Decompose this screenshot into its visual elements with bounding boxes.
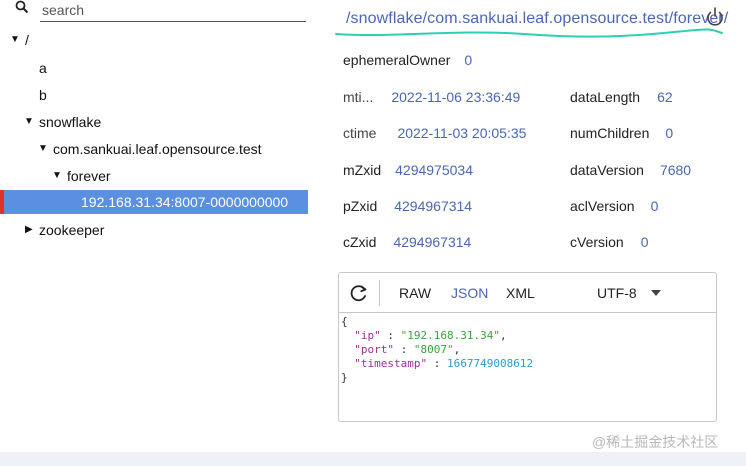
prop-value: 4294967314 (393, 234, 472, 250)
prop-value: 0 (665, 125, 674, 141)
viewer-toolbar: RAW JSON XML UTF-8 (339, 273, 716, 313)
tree-node-root[interactable]: ▼ / (0, 28, 308, 52)
prop-c-version: cVersion 0 (570, 234, 649, 250)
prop-value: 2022-11-03 20:05:35 (397, 125, 527, 141)
tree-node-zookeeper[interactable]: ▶ zookeeper (0, 218, 308, 242)
prop-value: 0 (640, 234, 649, 250)
expand-arrow-icon[interactable]: ▼ (24, 110, 34, 134)
prop-value: 0 (464, 52, 473, 68)
json-value-ip: "192.168.31.34" (400, 329, 500, 342)
tree-node-label: com.sankuai.leaf.opensource.test (53, 141, 262, 157)
tree-node-forever[interactable]: ▼ forever (0, 164, 308, 188)
prop-key: dataLength (570, 89, 641, 105)
expand-arrow-icon[interactable]: ▶ (25, 218, 33, 242)
selection-marker (0, 190, 4, 214)
tree-node-label: snowflake (39, 114, 102, 130)
tree-node-label: a (39, 60, 47, 76)
expand-arrow-icon[interactable]: ▼ (10, 28, 20, 52)
search-bar (12, 0, 306, 24)
prop-value: 2022-11-06 23:36:49 (391, 89, 521, 105)
json-content: { "ip" : "192.168.31.34", "port" : "8007… (341, 315, 534, 384)
search-input[interactable] (40, 0, 306, 22)
prop-key: cZxid (343, 234, 377, 250)
tree-node-label: b (39, 87, 47, 103)
prop-value: 62 (657, 89, 673, 105)
prop-key: mZxid (343, 162, 382, 178)
json-value-port: "8007" (413, 343, 454, 356)
tab-xml[interactable]: XML (506, 273, 535, 313)
tree-node-label: zookeeper (39, 222, 105, 238)
json-key-ip: "ip" (354, 329, 381, 342)
tree-node-selected[interactable]: 192.168.31.34:8007-0000000000 (0, 190, 308, 214)
prop-value: 4294967314 (394, 198, 473, 214)
tree-node-label: forever (67, 168, 111, 184)
data-viewer: RAW JSON XML UTF-8 { "ip" : "192.168.31.… (338, 272, 717, 422)
tree-panel: ▼ / a b ▼ snowflake ▼ com.sankuai.leaf.o… (0, 0, 310, 466)
encoding-select[interactable]: UTF-8 (597, 273, 637, 313)
prop-mzxid: mZxid 4294975034 (343, 162, 473, 178)
json-brace-close: } (341, 371, 348, 384)
prop-key: ephemeralOwner (343, 52, 451, 68)
json-key-port: "port" (354, 343, 394, 356)
prop-value: 0 (650, 198, 659, 214)
prop-key: pZxid (343, 198, 378, 214)
tree-node-snowflake[interactable]: ▼ snowflake (0, 110, 308, 134)
prop-czxid: cZxid 4294967314 (343, 234, 471, 250)
prop-num-children: numChildren 0 (570, 125, 673, 141)
prop-key: dataVersion (570, 162, 644, 178)
tree-node-com[interactable]: ▼ com.sankuai.leaf.opensource.test (0, 137, 308, 161)
prop-acl-version: aclVersion 0 (570, 198, 658, 214)
json-brace-open: { (341, 315, 348, 328)
json-value-timestamp: 1667749008612 (446, 357, 534, 370)
prop-key: cVersion (570, 234, 624, 250)
tree-node-label: 192.168.31.34:8007-0000000000 (81, 194, 289, 210)
tree-node-label: / (25, 32, 29, 48)
watermark: @稀土掘金技术社区 (592, 434, 719, 450)
prop-mtime: mti... 2022-11-06 23:36:49 (343, 89, 520, 105)
tree-node-a[interactable]: a (0, 56, 308, 80)
tab-raw[interactable]: RAW (399, 273, 431, 313)
chevron-down-icon[interactable] (651, 290, 661, 296)
expand-arrow-icon[interactable]: ▼ (52, 164, 62, 188)
toolbar-divider (379, 280, 380, 306)
bottom-bar (0, 452, 746, 466)
prop-key: mti... (343, 89, 374, 105)
prop-data-length: dataLength 62 (570, 89, 673, 105)
tab-json[interactable]: JSON (451, 273, 488, 313)
hand-drawn-underline (335, 28, 723, 38)
prop-value: 4294975034 (395, 162, 473, 178)
prop-key: numChildren (570, 125, 650, 141)
power-icon[interactable] (704, 6, 726, 28)
prop-pzxid: pZxid 4294967314 (343, 198, 472, 214)
refresh-icon[interactable] (349, 283, 369, 303)
prop-key: aclVersion (570, 198, 635, 214)
expand-arrow-icon[interactable]: ▼ (38, 137, 48, 161)
tree-node-b[interactable]: b (0, 83, 308, 107)
prop-key: ctime (343, 125, 377, 141)
json-key-timestamp: "timestamp" (354, 357, 428, 370)
search-icon (15, 0, 29, 14)
prop-ephemeral-owner: ephemeralOwner 0 (343, 52, 472, 68)
prop-value: 7680 (659, 162, 692, 178)
prop-data-version: dataVersion 7680 (570, 162, 691, 178)
prop-ctime: ctime 2022-11-03 20:05:35 (343, 125, 526, 141)
